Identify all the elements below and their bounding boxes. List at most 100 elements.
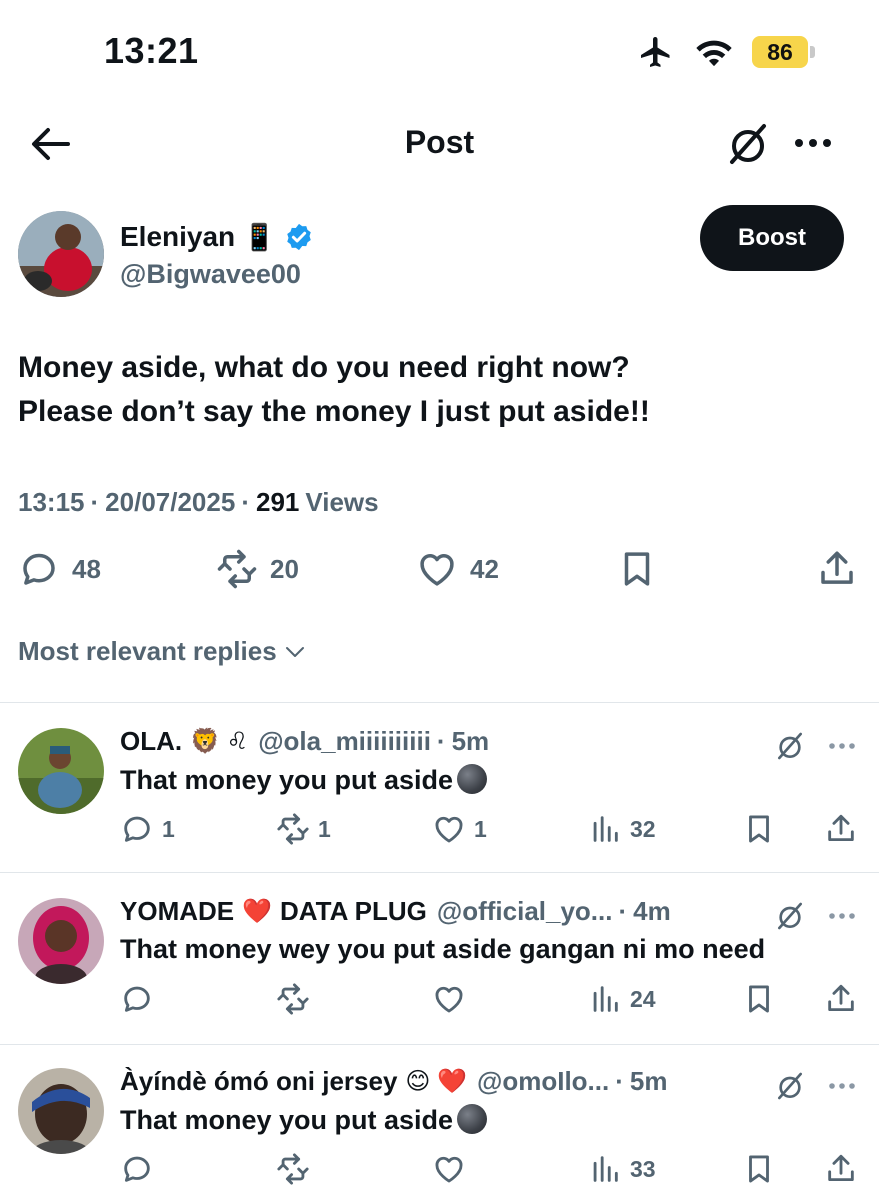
reply-author-emoji: 😊 ❤️ bbox=[405, 1068, 467, 1095]
reply-author-handle[interactable]: @omoIlo... bbox=[477, 1066, 609, 1097]
reply-share-action[interactable] bbox=[824, 982, 858, 1016]
reply-author-handle[interactable]: @ola_miiiiiiiiii bbox=[258, 726, 431, 757]
reply-views-action[interactable]: 32 bbox=[588, 812, 656, 846]
battery-level: 86 bbox=[752, 36, 808, 68]
post-views-count[interactable]: 291 bbox=[256, 487, 299, 518]
author-handle[interactable]: @Bigwavee00 bbox=[120, 259, 301, 290]
share-icon bbox=[828, 1154, 854, 1182]
boost-button[interactable]: Boost bbox=[700, 205, 844, 271]
author-name: Eleniyan bbox=[120, 221, 236, 252]
reply-bookmark-action[interactable] bbox=[742, 982, 776, 1016]
reply-author-name[interactable]: YOMADE bbox=[120, 896, 234, 927]
grok-button[interactable] bbox=[724, 120, 772, 168]
reply-header: Àyíndè ómó oni jersey 😊 ❤️ @omoIlo... · … bbox=[120, 1066, 667, 1097]
reply-views-count: 33 bbox=[630, 1155, 656, 1182]
grok-icon bbox=[778, 732, 802, 760]
bookmark-icon bbox=[749, 1155, 769, 1183]
status-time: 13:21 bbox=[104, 30, 199, 71]
divider bbox=[0, 872, 879, 873]
reply-item[interactable]: YOMADE ❤️ DATA PLUG @official_yo... · 4m… bbox=[0, 874, 879, 1044]
reply-item[interactable]: Àyíndè ómó oni jersey 😊 ❤️ @omoIlo... · … bbox=[0, 1044, 879, 1199]
reply-action-bar: 24 bbox=[0, 982, 879, 1022]
like-count: 42 bbox=[470, 553, 499, 584]
post-date: 20/07/2025 bbox=[105, 487, 236, 517]
reply-reply-action[interactable] bbox=[120, 1152, 162, 1186]
avatar-image bbox=[18, 211, 104, 297]
reply-header: YOMADE ❤️ DATA PLUG @official_yo... · 4m bbox=[120, 896, 671, 927]
reply-avatar[interactable] bbox=[18, 1068, 104, 1154]
repost-icon bbox=[217, 549, 257, 589]
analytics-icon bbox=[593, 1156, 618, 1182]
reply-time-separator: · bbox=[436, 726, 446, 756]
reply-grok-button[interactable] bbox=[774, 730, 806, 762]
reply-share-action[interactable] bbox=[824, 812, 858, 846]
reply-more-button[interactable] bbox=[826, 1078, 858, 1094]
more-options-button[interactable] bbox=[790, 128, 836, 158]
reply-bookmark-action[interactable] bbox=[742, 1152, 776, 1186]
grok-icon bbox=[730, 124, 766, 164]
heart-icon bbox=[420, 553, 454, 586]
reply-author-name[interactable]: Àyíndè ómó oni jersey bbox=[120, 1066, 397, 1097]
post-action-bar: 48 20 42 bbox=[0, 548, 879, 598]
reply-grok-button[interactable] bbox=[774, 1070, 806, 1102]
reply-item[interactable]: OLA. 🦁 ♌ @ola_miiiiiiiiii · 5m That mone… bbox=[0, 704, 879, 874]
reply-avatar[interactable] bbox=[18, 728, 104, 814]
bookmark-action[interactable] bbox=[616, 548, 658, 590]
avatar-image bbox=[18, 898, 104, 984]
reply-like-action[interactable]: 1 bbox=[432, 812, 487, 846]
repost-icon bbox=[277, 983, 309, 1015]
reply-author-handle[interactable]: @official_yo... bbox=[437, 896, 613, 927]
reply-like-count: 1 bbox=[474, 815, 487, 842]
reply-action-bar: 33 bbox=[0, 1152, 879, 1192]
reply-repost-action[interactable] bbox=[276, 982, 318, 1016]
reply-reply-action[interactable]: 1 bbox=[120, 812, 175, 846]
reply-grok-button[interactable] bbox=[774, 900, 806, 932]
bookmark-icon bbox=[749, 815, 769, 843]
share-icon bbox=[828, 984, 854, 1012]
analytics-icon bbox=[593, 816, 618, 842]
heart-icon bbox=[435, 816, 463, 843]
chevron-down-icon bbox=[285, 646, 304, 657]
reply-share-action[interactable] bbox=[824, 1152, 858, 1186]
post-time: 13:15 bbox=[18, 487, 85, 517]
reply-repost-action[interactable]: 1 bbox=[276, 812, 331, 846]
repost-action[interactable]: 20 bbox=[216, 548, 299, 590]
reply-like-action[interactable] bbox=[432, 982, 474, 1016]
reply-bookmark-action[interactable] bbox=[742, 812, 776, 846]
reply-avatar[interactable] bbox=[18, 898, 104, 984]
post-text-line-2: Please don’t say the money I just put as… bbox=[18, 395, 650, 428]
reply-author-name[interactable]: OLA. bbox=[120, 726, 182, 757]
reply-reply-count: 1 bbox=[162, 815, 175, 842]
reply-icon bbox=[23, 553, 55, 585]
reply-repost-action[interactable] bbox=[276, 1152, 318, 1186]
author-avatar[interactable] bbox=[18, 211, 104, 297]
reply-views-action[interactable]: 24 bbox=[588, 982, 656, 1016]
reply-action[interactable]: 48 bbox=[18, 548, 101, 590]
author-name-row[interactable]: Eleniyan 📱 bbox=[120, 221, 314, 253]
bookmark-icon bbox=[624, 552, 650, 586]
reply-more-button[interactable] bbox=[826, 908, 858, 924]
reply-header: OLA. 🦁 ♌ @ola_miiiiiiiiii · 5m bbox=[120, 726, 489, 757]
status-bar: 13:21 86 bbox=[0, 0, 879, 100]
reply-time: 4m bbox=[633, 896, 671, 926]
wifi-icon bbox=[696, 40, 732, 67]
reply-time-separator: · bbox=[615, 1066, 624, 1096]
replies-sort-dropdown[interactable]: Most relevant replies bbox=[18, 636, 307, 667]
divider bbox=[0, 702, 879, 703]
reply-author-emoji: 🦁 ♌ bbox=[190, 728, 249, 755]
analytics-icon bbox=[593, 986, 618, 1012]
reply-more-button[interactable] bbox=[826, 738, 858, 754]
reply-time-separator: · bbox=[618, 896, 628, 926]
heart-icon bbox=[435, 1156, 463, 1183]
share-action[interactable] bbox=[816, 548, 858, 590]
reply-reply-action[interactable] bbox=[120, 982, 162, 1016]
reply-author-name-suffix[interactable]: DATA PLUG bbox=[280, 896, 427, 927]
replies-sort-label: Most relevant replies bbox=[18, 636, 277, 666]
grok-icon bbox=[778, 1072, 802, 1100]
status-icons: 86 bbox=[636, 34, 815, 70]
post-views-label: Views bbox=[305, 487, 379, 517]
reply-views-action[interactable]: 33 bbox=[588, 1152, 656, 1186]
like-action[interactable]: 42 bbox=[416, 548, 499, 590]
reply-icon bbox=[124, 1156, 150, 1182]
reply-like-action[interactable] bbox=[432, 1152, 474, 1186]
